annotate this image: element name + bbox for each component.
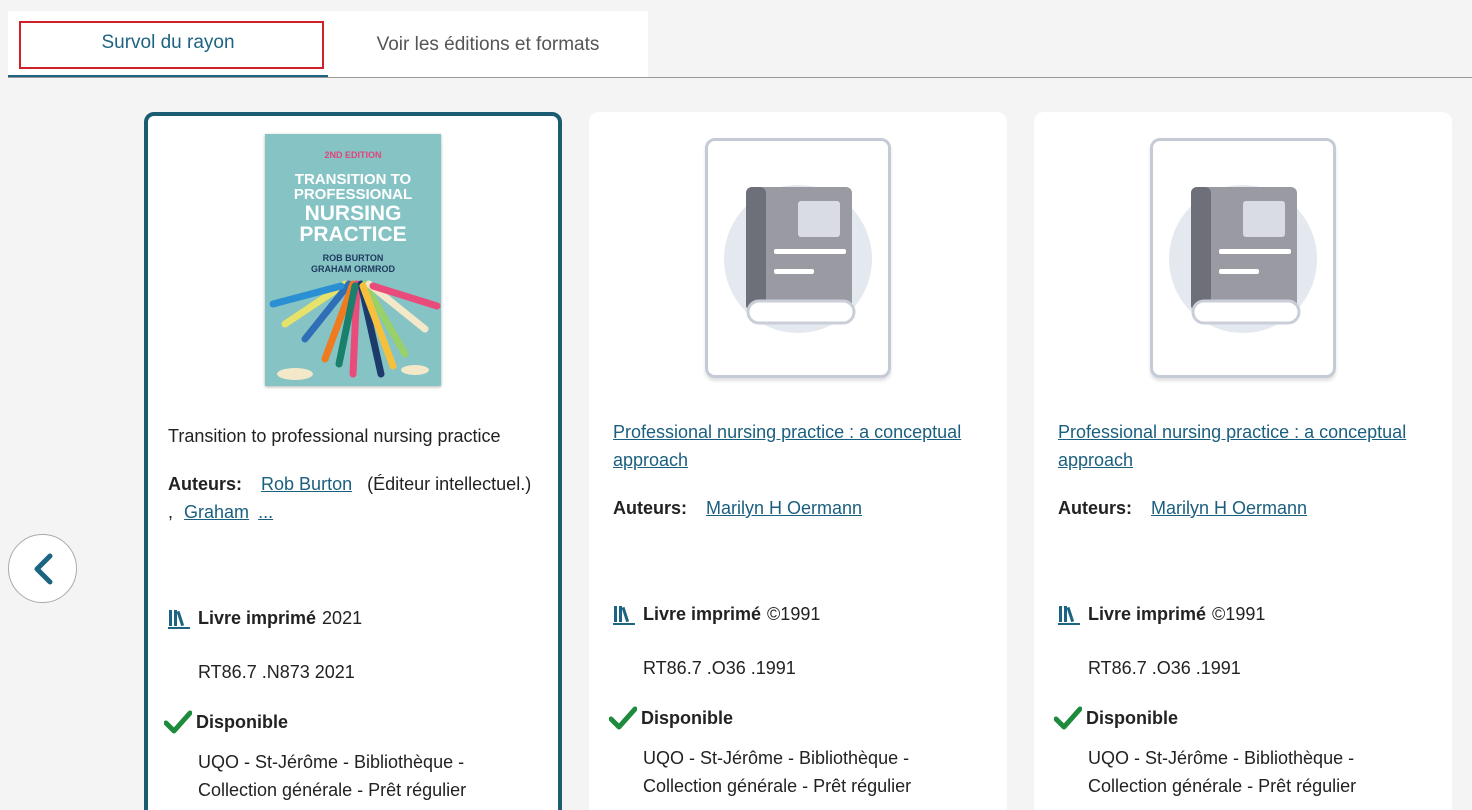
authors-line: Auteurs: Marilyn H Oermann <box>613 494 987 522</box>
tab-bar: Survol du rayon Voir les éditions et for… <box>8 11 648 78</box>
tab-label: Voir les éditions et formats <box>376 33 600 55</box>
book-placeholder-icon[interactable] <box>1150 138 1336 378</box>
cover-container: 2ND EDITION TRANSITION TO PROFESSIONAL N… <box>148 134 558 386</box>
card-body: Professional nursing practice : a concep… <box>613 418 987 522</box>
placeholder-art <box>1169 185 1317 333</box>
format-label: Livre imprimé <box>1088 604 1207 624</box>
format-row: Livre imprimé 2021 <box>168 608 362 629</box>
books-icon <box>168 609 190 629</box>
books-icon <box>613 605 635 625</box>
tab-editions-formats[interactable]: Voir les éditions et formats <box>328 11 648 78</box>
placeholder-art <box>724 185 872 333</box>
authors-label: Auteurs: <box>613 498 688 518</box>
availability-row: Disponible <box>164 710 288 734</box>
cover-edition: 2ND EDITION <box>324 150 381 160</box>
call-number: RT86.7 .O36 .1991 <box>1088 658 1241 678</box>
shelf-card[interactable]: Professional nursing practice : a concep… <box>589 112 1007 810</box>
cover-author: GRAHAM ORMROD <box>311 264 395 274</box>
book-cover[interactable]: 2ND EDITION TRANSITION TO PROFESSIONAL N… <box>265 134 441 386</box>
format-label: Livre imprimé <box>198 608 317 628</box>
authors-label: Auteurs: <box>168 474 243 494</box>
record-title-link[interactable]: Professional nursing practice : a concep… <box>1058 418 1432 474</box>
record-title-link[interactable]: Professional nursing practice : a concep… <box>613 418 987 474</box>
location: UQO - St-Jérôme - Bibliothèque - Collect… <box>198 752 467 800</box>
format-row: Livre imprimé ©1991 <box>613 604 820 625</box>
location: UQO - St-Jérôme - Bibliothèque - Collect… <box>643 748 912 796</box>
cover-container <box>1034 134 1452 386</box>
availability-status: Disponible <box>196 711 289 732</box>
publication-year: ©1991 <box>767 604 821 624</box>
availability-status: Disponible <box>641 707 734 728</box>
book-placeholder-icon[interactable] <box>705 138 891 378</box>
author-link[interactable]: Marilyn H Oermann <box>1151 498 1307 518</box>
publication-year: 2021 <box>322 608 363 628</box>
author-link[interactable]: Rob Burton <box>261 474 352 494</box>
cover-title-line: NURSING <box>305 202 402 225</box>
authors-line: Auteurs: Rob Burton (Éditeur intellectue… <box>168 470 538 526</box>
more-authors-link[interactable]: ... <box>258 502 273 522</box>
previous-button[interactable] <box>8 534 77 603</box>
tab-label: Survol du rayon <box>101 32 235 53</box>
author-link[interactable]: Marilyn H Oermann <box>706 498 862 518</box>
tab-divider <box>8 77 1472 78</box>
card-body: Transition to professional nursing pract… <box>168 422 538 526</box>
record-title: Transition to professional nursing pract… <box>168 426 501 446</box>
cover-title-line: PRACTICE <box>299 223 406 246</box>
chevron-left-icon <box>34 553 52 584</box>
shelf-card[interactable]: 2ND EDITION TRANSITION TO PROFESSIONAL N… <box>144 112 562 810</box>
cover-container <box>589 134 1007 386</box>
author-link[interactable]: Graham <box>184 502 249 522</box>
availability-status: Disponible <box>1086 707 1179 728</box>
location: UQO - St-Jérôme - Bibliothèque - Collect… <box>1088 748 1357 796</box>
cover-title-line: PROFESSIONAL <box>294 186 412 203</box>
call-number: RT86.7 .O36 .1991 <box>643 658 796 678</box>
checkmark-icon <box>1054 706 1082 730</box>
authors-label: Auteurs: <box>1058 498 1133 518</box>
format-row: Livre imprimé ©1991 <box>1058 604 1265 625</box>
format-label: Livre imprimé <box>643 604 762 624</box>
cover-art: 2ND EDITION TRANSITION TO PROFESSIONAL N… <box>265 134 441 386</box>
availability-row: Disponible <box>1054 706 1178 730</box>
card-body: Professional nursing practice : a concep… <box>1058 418 1432 522</box>
tab-virtual-shelf[interactable]: Survol du rayon <box>8 11 328 78</box>
cover-author: ROB BURTON <box>323 253 384 263</box>
availability-row: Disponible <box>609 706 733 730</box>
authors-line: Auteurs: Marilyn H Oermann <box>1058 494 1432 522</box>
books-icon <box>1058 605 1080 625</box>
call-number: RT86.7 .N873 2021 <box>198 662 355 682</box>
checkmark-icon <box>164 710 192 734</box>
shelf-card[interactable]: Professional nursing practice : a concep… <box>1034 112 1452 810</box>
checkmark-icon <box>609 706 637 730</box>
publication-year: ©1991 <box>1212 604 1266 624</box>
